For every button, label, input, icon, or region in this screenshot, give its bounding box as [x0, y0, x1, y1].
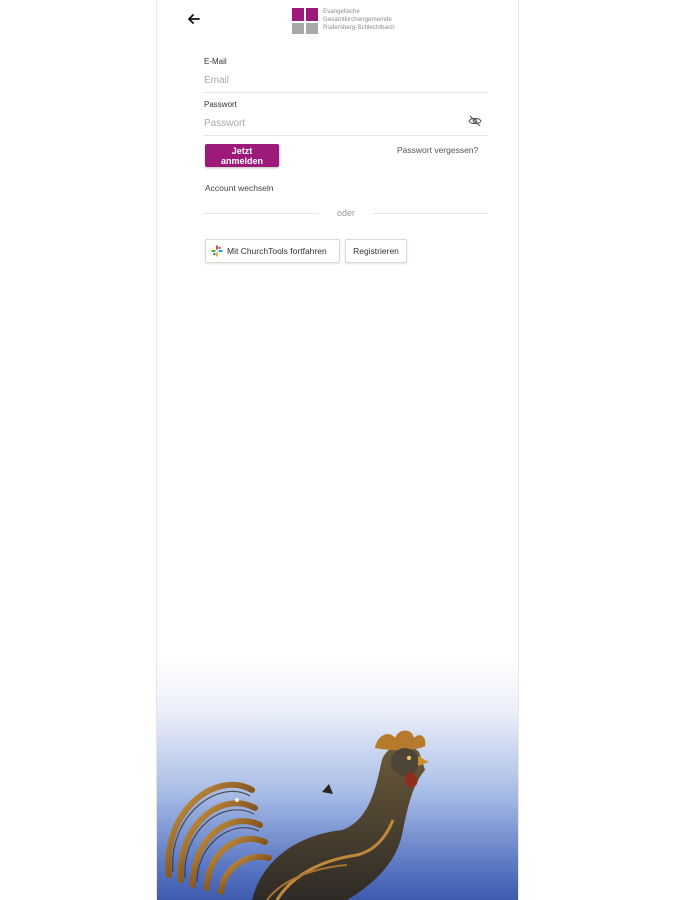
churchtools-button-label: Mit ChurchTools fortfahren: [227, 246, 327, 256]
eye-off-icon: [468, 115, 482, 127]
password-label: Passwort: [204, 100, 237, 109]
password-field-group: Passwort: [204, 100, 488, 136]
back-button[interactable]: [185, 10, 203, 28]
church-logo: Evangelische Gesamtkirchengemeinde Ruder…: [292, 8, 395, 38]
forgot-password-link[interactable]: Passwort vergessen?: [397, 145, 478, 155]
email-label: E-Mail: [204, 57, 227, 66]
logo-line-1: Evangelische: [323, 8, 360, 15]
or-divider: oder: [204, 208, 488, 218]
churchtools-logo-icon: [211, 245, 223, 257]
divider-line-right: [373, 213, 488, 214]
password-visibility-toggle[interactable]: [468, 114, 482, 127]
register-button[interactable]: Registrieren: [345, 239, 407, 263]
churchtools-button[interactable]: Mit ChurchTools fortfahren: [205, 239, 340, 263]
arrow-left-icon: [188, 14, 200, 24]
switch-account-link[interactable]: Account wechseln: [205, 183, 274, 193]
login-button[interactable]: Jetzt anmelden: [205, 144, 279, 167]
login-card: Evangelische Gesamtkirchengemeinde Ruder…: [156, 0, 519, 900]
weathercock-image: [165, 730, 429, 900]
hero-image-weathercock: [157, 660, 518, 900]
logo-line-3: Rudersberg-Schlechtbach: [323, 24, 395, 31]
email-input[interactable]: [204, 73, 488, 93]
logo-line-2: Gesamtkirchengemeinde: [323, 16, 392, 23]
password-input[interactable]: [204, 116, 488, 136]
email-field-group: E-Mail: [204, 57, 488, 93]
church-logo-icon: [292, 8, 318, 34]
